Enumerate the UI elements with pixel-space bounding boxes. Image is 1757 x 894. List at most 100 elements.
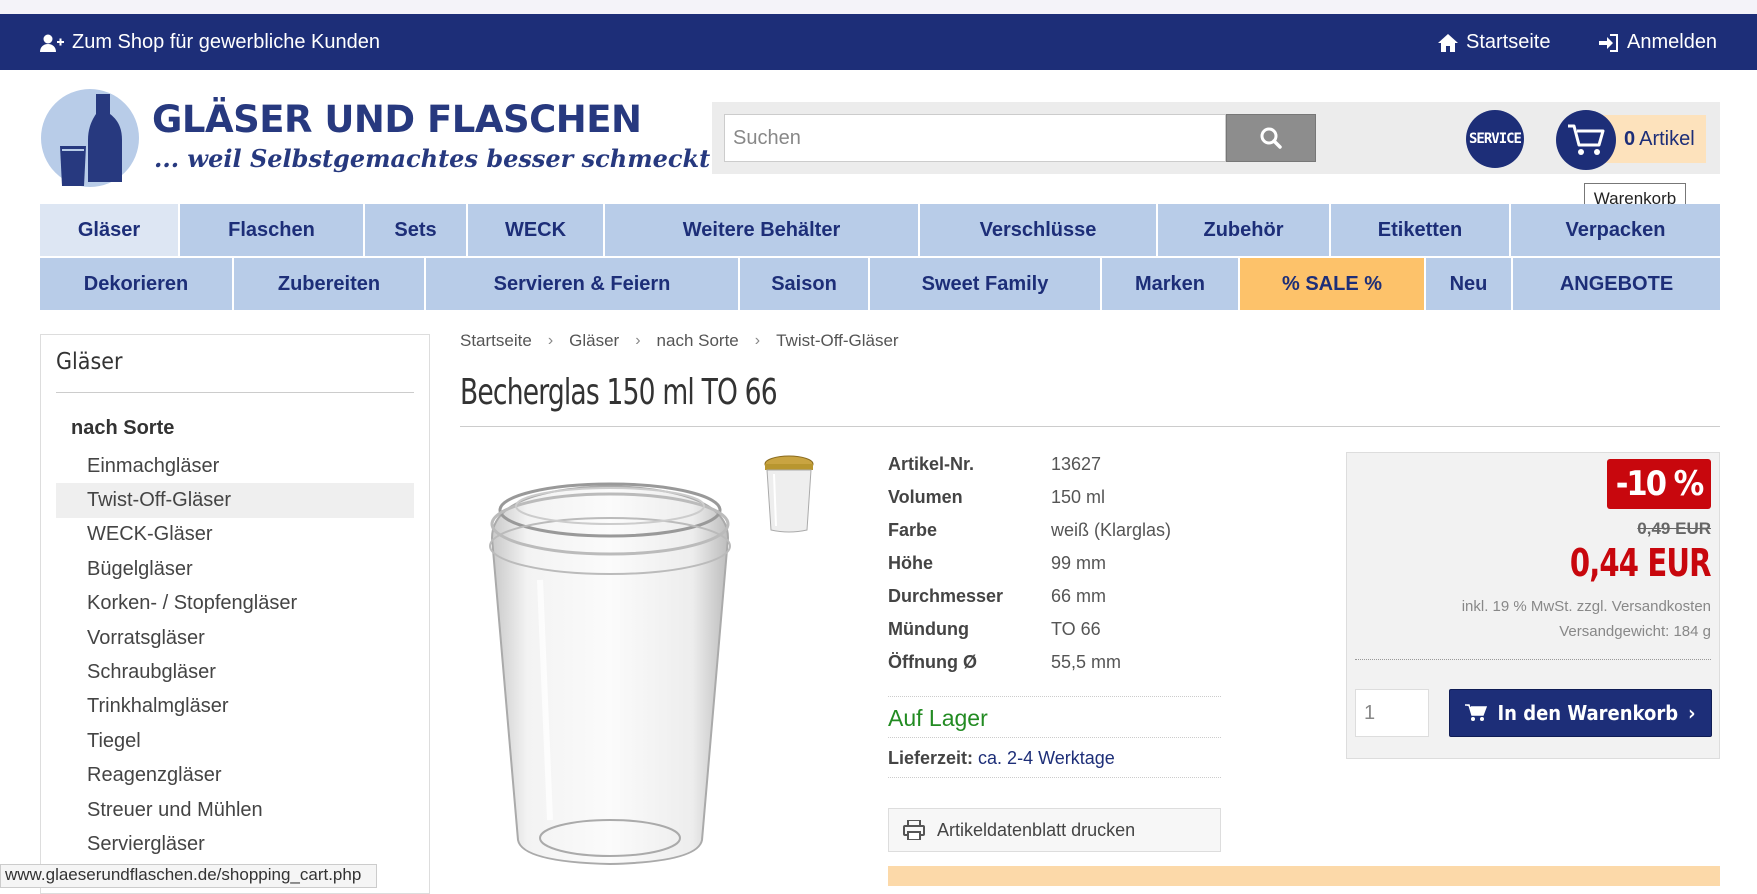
service-label: SERVICE bbox=[1468, 131, 1522, 147]
nav-flaschen[interactable]: Flaschen bbox=[180, 204, 365, 256]
chevron-right-icon: › bbox=[754, 332, 761, 349]
nav-verpacken[interactable]: Verpacken bbox=[1511, 204, 1720, 256]
browser-top-strip bbox=[0, 0, 1757, 14]
nav-glaeser[interactable]: Gläser bbox=[40, 204, 180, 256]
sidebar-item-servierglaeser[interactable]: Serviergläser bbox=[56, 827, 414, 861]
sidebar-item-vorratsglaeser[interactable]: Vorratsgläser bbox=[56, 621, 414, 655]
cart-button[interactable]: 0 Artikel bbox=[1556, 110, 1706, 170]
sidebar-item-streuer-muehlen[interactable]: Streuer und Mühlen bbox=[56, 793, 414, 827]
product-specs: Artikel-Nr. 13627 Volumen 150 ml Farbe weiß… bbox=[888, 454, 1218, 685]
nav-marken[interactable]: Marken bbox=[1102, 258, 1240, 310]
nav-weck[interactable]: WECK bbox=[468, 204, 605, 256]
spec-row: Höhe 99 mm bbox=[888, 553, 1218, 586]
spec-value: 99 mm bbox=[1051, 553, 1107, 573]
stock-status: Auf Lager bbox=[888, 696, 1221, 738]
search-icon bbox=[1260, 127, 1282, 149]
sidebar-item-reagenzglaeser[interactable]: Reagenzgläser bbox=[56, 759, 414, 793]
tax-note[interactable]: inkl. 19 % MwSt. zzgl. Versandkosten bbox=[1462, 594, 1711, 619]
product-thumbnail[interactable] bbox=[762, 454, 816, 536]
spec-row: Öffnung Ø 55,5 mm bbox=[888, 652, 1218, 685]
print-label: Artikeldatenblatt drucken bbox=[937, 819, 1136, 840]
sidebar-item-tiegel[interactable]: Tiegel bbox=[56, 724, 414, 758]
spec-row: Artikel-Nr. 13627 bbox=[888, 454, 1218, 487]
quantity-input[interactable] bbox=[1355, 689, 1429, 737]
spec-label: Volumen bbox=[888, 487, 963, 507]
nav-saison[interactable]: Saison bbox=[740, 258, 870, 310]
sidebar-item-twist-off-glaeser[interactable]: Twist-Off-Gläser bbox=[56, 483, 414, 518]
category-sidebar: Gläser nach Sorte Einmachgläser Twist-Of… bbox=[40, 334, 430, 894]
tax-info: inkl. 19 % MwSt. zzgl. Versandkosten Ver… bbox=[1462, 594, 1711, 644]
nav-sale[interactable]: % SALE % bbox=[1240, 258, 1426, 310]
spec-label: Durchmesser bbox=[888, 586, 1004, 606]
service-button[interactable]: SERVICE bbox=[1466, 110, 1524, 168]
sidebar-item-trinkhalmglaeser[interactable]: Trinkhalmgläser bbox=[56, 690, 414, 724]
spec-label: Farbe bbox=[888, 520, 938, 540]
nav-dekorieren[interactable]: Dekorieren bbox=[40, 258, 234, 310]
spec-label: Höhe bbox=[888, 553, 933, 573]
breadcrumb-twist-off[interactable]: Twist-Off-Gläser bbox=[776, 331, 898, 351]
print-datasheet-button[interactable]: Artikeldatenblatt drucken bbox=[888, 808, 1221, 852]
spec-value: 13627 bbox=[1051, 454, 1102, 474]
home-label: Startseite bbox=[1466, 31, 1551, 53]
delivery-label: Lieferzeit: bbox=[888, 748, 974, 768]
site-logo[interactable]: GLÄSER UND FLASCHEN ... weil Selbstgemac… bbox=[40, 88, 721, 188]
sidebar-item-korkenglaeser[interactable]: Korken- / Stopfengläser bbox=[56, 587, 414, 621]
sidebar-list: Einmachgläser Twist-Off-Gläser WECK-Gläs… bbox=[56, 449, 414, 862]
nav-sets[interactable]: Sets bbox=[365, 204, 468, 256]
add-to-cart-button[interactable]: In den Warenkorb › bbox=[1449, 689, 1712, 737]
business-shop-label: Zum Shop für gewerbliche Kunden bbox=[72, 31, 380, 53]
shipping-weight: Versandgewicht: 184 g bbox=[1559, 623, 1711, 640]
sign-in-icon bbox=[1599, 33, 1618, 52]
spec-row: Volumen 150 ml bbox=[888, 487, 1218, 520]
login-link[interactable]: Anmelden bbox=[1599, 31, 1717, 54]
nav-verschluesse[interactable]: Verschlüsse bbox=[920, 204, 1158, 256]
spec-value: weiß (Klarglas) bbox=[1051, 520, 1172, 540]
spec-value: TO 66 bbox=[1051, 619, 1101, 639]
search-button[interactable] bbox=[1226, 114, 1316, 162]
login-label: Anmelden bbox=[1627, 31, 1718, 53]
sidebar-item-weck-glaeser[interactable]: WECK-Gläser bbox=[56, 518, 414, 552]
spec-label: Artikel-Nr. bbox=[888, 454, 975, 474]
breadcrumb-glaeser[interactable]: Gläser bbox=[569, 331, 619, 351]
breadcrumb: Startseite › Gläser › nach Sorte › Twist… bbox=[460, 331, 899, 351]
nav-servieren-feiern[interactable]: Servieren & Feiern bbox=[426, 258, 740, 310]
nav-zubehoer[interactable]: Zubehör bbox=[1158, 204, 1331, 256]
price-box: -10 % 0,49 EUR 0,44 EUR inkl. 19 % MwSt.… bbox=[1346, 452, 1720, 759]
main-nav-row-1: Gläser Flaschen Sets WECK Weitere Behält… bbox=[40, 204, 1720, 256]
product-image[interactable] bbox=[480, 470, 740, 870]
delivery-value[interactable]: ca. 2-4 Werktage bbox=[978, 748, 1115, 768]
sidebar-item-buegelglaeser[interactable]: Bügelgläser bbox=[56, 552, 414, 586]
search-input[interactable] bbox=[724, 114, 1226, 162]
nav-weitere-behaelter[interactable]: Weitere Behälter bbox=[605, 204, 920, 256]
price-divider bbox=[1355, 659, 1711, 660]
spec-row: Mündung TO 66 bbox=[888, 619, 1218, 652]
nav-neu[interactable]: Neu bbox=[1426, 258, 1513, 310]
old-price: 0,49 EUR bbox=[1637, 519, 1711, 538]
cart-icon-circle bbox=[1556, 110, 1616, 170]
spec-value: 66 mm bbox=[1051, 586, 1107, 606]
business-shop-link[interactable]: Zum Shop für gewerbliche Kunden bbox=[40, 31, 380, 54]
chevron-right-icon: › bbox=[635, 332, 641, 349]
breadcrumb-nach-sorte[interactable]: nach Sorte bbox=[657, 331, 739, 351]
nav-zubereiten[interactable]: Zubereiten bbox=[234, 258, 426, 310]
sidebar-divider bbox=[56, 392, 414, 393]
logo-title: GLÄSER UND FLASCHEN bbox=[152, 98, 642, 141]
title-divider bbox=[460, 426, 1720, 427]
spec-label: Öffnung Ø bbox=[888, 652, 977, 672]
shopping-cart-icon bbox=[1465, 704, 1488, 721]
cart-count: 0 bbox=[1624, 128, 1636, 150]
nav-etiketten[interactable]: Etiketten bbox=[1331, 204, 1511, 256]
sidebar-subheading[interactable]: nach Sorte bbox=[71, 417, 174, 440]
breadcrumb-home[interactable]: Startseite bbox=[460, 331, 532, 351]
home-link[interactable]: Startseite bbox=[1438, 31, 1550, 54]
nav-angebote[interactable]: ANGEBOTE bbox=[1513, 258, 1720, 310]
sidebar-heading[interactable]: Gläser bbox=[56, 349, 122, 375]
spec-row: Farbe weiß (Klarglas) bbox=[888, 520, 1218, 553]
cart-count-text: 0 Artikel bbox=[1624, 128, 1695, 151]
add-to-cart-label: In den Warenkorb bbox=[1497, 701, 1679, 725]
nav-sweet-family[interactable]: Sweet Family bbox=[870, 258, 1102, 310]
sidebar-item-einmachglaeser[interactable]: Einmachgläser bbox=[56, 449, 414, 483]
spec-value: 55,5 mm bbox=[1051, 652, 1122, 672]
chevron-right-icon: › bbox=[547, 332, 554, 349]
sidebar-item-schraubglaeser[interactable]: Schraubgläser bbox=[56, 655, 414, 689]
